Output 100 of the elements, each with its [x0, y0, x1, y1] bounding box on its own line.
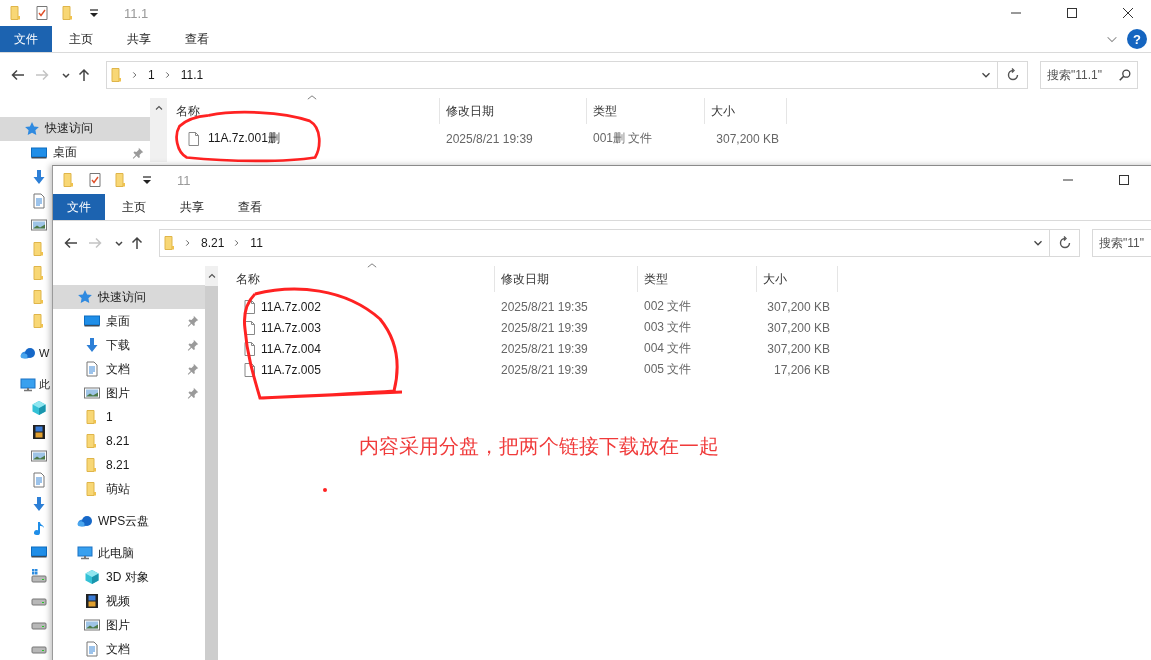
download-arrow-icon	[31, 496, 47, 513]
column-header[interactable]: 修改日期	[440, 98, 587, 124]
sort-caret-icon	[307, 94, 317, 101]
breadcrumb[interactable]: 11	[247, 236, 266, 250]
search-field[interactable]: 搜索"11.1"	[1040, 61, 1138, 89]
column-header[interactable]: 大小	[757, 266, 838, 292]
sort-caret-icon	[367, 262, 377, 269]
monitor-icon	[31, 144, 47, 161]
computer-icon	[77, 545, 93, 561]
ribbon-tab[interactable]: 文件	[53, 194, 105, 220]
film-icon	[84, 593, 100, 609]
ribbon-tab[interactable]: 查看	[168, 26, 226, 52]
checklist-icon[interactable]	[34, 5, 50, 21]
sidebar-item[interactable]: 文档	[53, 637, 205, 660]
file-type: 002 文件	[643, 298, 693, 315]
annotation-note: 内容采用分盘，把两个链接下载放在一起	[359, 434, 719, 459]
pin-icon	[132, 146, 144, 159]
film-icon	[31, 424, 47, 441]
sidebar-item[interactable]: 桌面	[53, 309, 205, 333]
star-icon	[24, 120, 40, 137]
column-header[interactable]: 类型	[638, 266, 757, 292]
checklist-icon[interactable]	[87, 172, 103, 188]
file-size: 307,200 KB	[766, 299, 831, 314]
column-header[interactable]: 名称	[170, 98, 440, 124]
document-icon	[31, 192, 47, 209]
picture-icon	[84, 385, 100, 401]
sidebar-item[interactable]: 此电脑	[53, 541, 205, 565]
column-header[interactable]: 名称	[230, 266, 495, 292]
file-type: 005 文件	[643, 361, 693, 378]
sidebar-item[interactable]: 文档	[53, 357, 205, 381]
computer-icon	[20, 376, 36, 393]
breadcrumb[interactable]: 1	[145, 68, 158, 82]
sidebar-item[interactable]: 3D 对象	[53, 565, 205, 589]
pin-icon	[187, 315, 199, 327]
sidebar-item[interactable]: 快速访问	[53, 285, 205, 309]
sidebar-item[interactable]: 此	[0, 372, 50, 397]
breadcrumb[interactable]: 11.1	[177, 68, 207, 82]
maximize-icon	[1066, 7, 1078, 19]
refresh-button[interactable]	[1050, 229, 1080, 257]
file-date: 2025/8/21 19:39	[500, 320, 589, 335]
sidebar-item[interactable]: 图片	[53, 381, 205, 405]
document-icon	[84, 361, 100, 377]
search-icon	[1118, 68, 1132, 82]
picture-icon	[84, 617, 100, 633]
sidebar-item[interactable]: 桌面	[0, 140, 150, 165]
music-note-icon	[31, 520, 47, 537]
download-arrow-icon	[84, 337, 100, 353]
sidebar-item[interactable]: 萌站	[53, 477, 205, 501]
picture-icon	[31, 216, 47, 233]
file-icon	[242, 361, 258, 378]
address-bar[interactable]: 8.21 11	[159, 229, 1050, 257]
refresh-button[interactable]	[998, 61, 1028, 89]
file-name[interactable]: 11A.7z.003	[261, 320, 321, 335]
breadcrumb[interactable]: 8.21	[198, 236, 228, 250]
sidebar-item[interactable]: 下载	[53, 333, 205, 357]
close-icon	[1122, 7, 1134, 19]
file-date: 2025/8/21 19:39	[500, 341, 589, 356]
ribbon-tab[interactable]: 共享	[110, 26, 168, 52]
ribbon-tab[interactable]: 文件	[0, 26, 52, 52]
column-header[interactable]: 修改日期	[495, 266, 638, 292]
column-header[interactable]: 大小	[705, 98, 787, 124]
file-name[interactable]: 11A.7z.005	[261, 362, 321, 377]
arrow-icon	[129, 235, 145, 251]
ribbon-tab[interactable]: 共享	[163, 194, 221, 220]
file-size: 307,200 KB	[766, 320, 831, 335]
arrow-icon	[10, 67, 26, 83]
file-size: 307,200 KB	[766, 341, 831, 356]
download-arrow-icon	[31, 168, 47, 185]
file-type: 001删 文件	[592, 130, 654, 147]
annotation-dot	[323, 488, 327, 492]
ribbon-tab[interactable]: 查看	[221, 194, 279, 220]
file-size: 17,206 KB	[772, 362, 831, 377]
file-icon	[242, 340, 258, 357]
maximize-icon	[1118, 174, 1130, 186]
sidebar-item[interactable]: 图片	[53, 613, 205, 637]
file-name[interactable]: 11A.7z.002	[261, 299, 321, 314]
file-icon	[242, 298, 258, 315]
sidebar-item[interactable]: 8.21	[53, 453, 205, 477]
address-bar[interactable]: 1 11.1	[106, 61, 998, 89]
pin-icon	[187, 339, 199, 351]
file-type: 004 文件	[643, 340, 693, 357]
help-button[interactable]: ?	[1127, 29, 1147, 49]
search-field[interactable]: 搜索"11"	[1092, 229, 1151, 257]
sidebar-item[interactable]: 视频	[53, 589, 205, 613]
cloud-icon	[77, 513, 93, 529]
file-name[interactable]: 11A.7z.004	[261, 341, 321, 356]
pin-icon	[187, 363, 199, 375]
scrollbar[interactable]	[205, 266, 218, 660]
column-header[interactable]: 类型	[587, 98, 705, 124]
sidebar-item[interactable]: 快速访问	[0, 117, 150, 141]
sidebar-item[interactable]: W	[0, 340, 50, 365]
ribbon-tab[interactable]: 主页	[105, 194, 163, 220]
sidebar-item[interactable]: 1	[53, 405, 205, 429]
file-date: 2025/8/21 19:39	[500, 362, 589, 377]
monitor-icon	[31, 544, 47, 561]
ribbon-tab[interactable]: 主页	[52, 26, 110, 52]
sidebar-item[interactable]: 8.21	[53, 429, 205, 453]
document-icon	[84, 641, 100, 657]
sidebar-item[interactable]: WPS云盘	[53, 509, 205, 533]
file-name[interactable]: 11A.7z.001删	[208, 130, 280, 147]
